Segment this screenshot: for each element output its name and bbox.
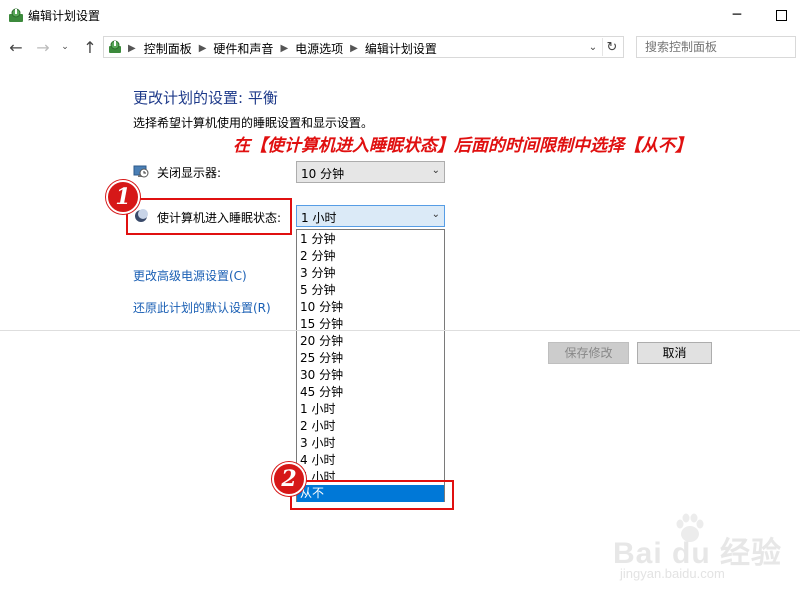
option-1-hour[interactable]: 1 小时 xyxy=(297,401,444,418)
control-panel-icon xyxy=(109,40,121,53)
option-30-minutes[interactable]: 30 分钟 xyxy=(297,367,444,384)
breadcrumb-hardware-sound[interactable]: 硬件和声音 xyxy=(213,40,273,57)
option-2-minutes[interactable]: 2 分钟 xyxy=(297,248,444,265)
page-title: 更改计划的设置: 平衡 xyxy=(133,89,278,107)
chevron-down-icon: ⌄ xyxy=(431,165,440,176)
power-options-icon xyxy=(9,8,23,22)
address-dropdown-button[interactable]: ⌄ xyxy=(585,39,601,55)
minimize-icon: ─ xyxy=(732,7,742,23)
address-bar[interactable]: ▶ 控制面板 ▶ 硬件和声音 ▶ 电源选项 ▶ 编辑计划设置 ⌄ ↻ xyxy=(103,36,624,58)
advanced-power-settings-link[interactable]: 更改高级电源设置(C) xyxy=(133,267,247,284)
display-off-label: 关闭显示器: xyxy=(157,166,222,180)
arrow-up-icon: ↑ xyxy=(83,37,97,57)
watermark-url: jingyan.baidu.com xyxy=(620,566,725,581)
window-title: 编辑计划设置 xyxy=(28,9,101,23)
sleep-options-list[interactable]: 1 分钟 2 分钟 3 分钟 5 分钟 10 分钟 15 分钟 20 分钟 25… xyxy=(296,229,445,502)
forward-button[interactable]: → xyxy=(32,36,54,58)
maximize-button[interactable] xyxy=(758,0,800,30)
refresh-icon: ↻ xyxy=(606,39,618,55)
back-button[interactable]: ← xyxy=(5,36,27,58)
breadcrumb-separator[interactable]: ▶ xyxy=(199,43,207,54)
refresh-button[interactable]: ↻ xyxy=(602,38,621,56)
up-button[interactable]: ↑ xyxy=(79,36,101,58)
maximize-icon xyxy=(775,9,787,21)
option-5-minutes[interactable]: 5 分钟 xyxy=(297,282,444,299)
sleep-value: 1 小时 xyxy=(301,211,337,225)
recent-locations-button[interactable]: ⌄ xyxy=(57,36,73,58)
breadcrumb-power-options[interactable]: 电源选项 xyxy=(295,40,343,57)
breadcrumb-separator[interactable]: ▶ xyxy=(280,43,288,54)
display-off-select[interactable]: 10 分钟 ⌄ xyxy=(296,161,445,183)
sleep-moon-icon xyxy=(135,209,148,222)
option-4-hours[interactable]: 4 小时 xyxy=(297,452,444,469)
restore-defaults-link[interactable]: 还原此计划的默认设置(R) xyxy=(133,299,271,316)
breadcrumb: ▶ 控制面板 ▶ 硬件和声音 ▶ 电源选项 ▶ 编辑计划设置 xyxy=(128,40,437,57)
title-bar: 编辑计划设置 ─ xyxy=(0,0,800,32)
option-45-minutes[interactable]: 45 分钟 xyxy=(297,384,444,401)
option-10-minutes[interactable]: 10 分钟 xyxy=(297,299,444,316)
minimize-button[interactable]: ─ xyxy=(714,0,760,30)
chevron-down-icon: ⌄ xyxy=(588,41,598,53)
page-subtitle: 选择希望计算机使用的睡眠设置和显示设置。 xyxy=(133,116,374,130)
step-badge-1: 1 xyxy=(106,180,140,214)
option-25-minutes[interactable]: 25 分钟 xyxy=(297,350,444,367)
cancel-button[interactable]: 取消 xyxy=(637,342,712,364)
monitor-clock-icon xyxy=(133,165,149,178)
display-off-value: 10 分钟 xyxy=(301,167,345,181)
option-20-minutes[interactable]: 20 分钟 xyxy=(297,333,444,350)
step-badge-2: 2 xyxy=(272,462,306,496)
breadcrumb-separator[interactable]: ▶ xyxy=(128,43,136,54)
save-changes-button[interactable]: 保存修改 xyxy=(548,342,629,364)
option-3-hours[interactable]: 3 小时 xyxy=(297,435,444,452)
highlight-box-never xyxy=(290,480,454,510)
breadcrumb-edit-plan[interactable]: 编辑计划设置 xyxy=(365,40,437,57)
option-1-minute[interactable]: 1 分钟 xyxy=(297,231,444,248)
arrow-right-icon: → xyxy=(36,37,50,57)
instruction-annotation: 在【使计算机进入睡眠状态】后面的时间限制中选择【从不】 xyxy=(233,136,692,156)
search-input[interactable] xyxy=(636,36,796,58)
arrow-left-icon: ← xyxy=(9,37,23,57)
chevron-down-icon: ⌄ xyxy=(431,209,440,220)
sleep-label: 使计算机进入睡眠状态: xyxy=(157,211,282,225)
option-2-hours[interactable]: 2 小时 xyxy=(297,418,444,435)
breadcrumb-separator[interactable]: ▶ xyxy=(350,43,358,54)
chevron-down-icon: ⌄ xyxy=(61,42,69,52)
divider xyxy=(0,330,800,331)
option-3-minutes[interactable]: 3 分钟 xyxy=(297,265,444,282)
breadcrumb-control-panel[interactable]: 控制面板 xyxy=(144,40,192,57)
sleep-select[interactable]: 1 小时 ⌄ xyxy=(296,205,445,227)
